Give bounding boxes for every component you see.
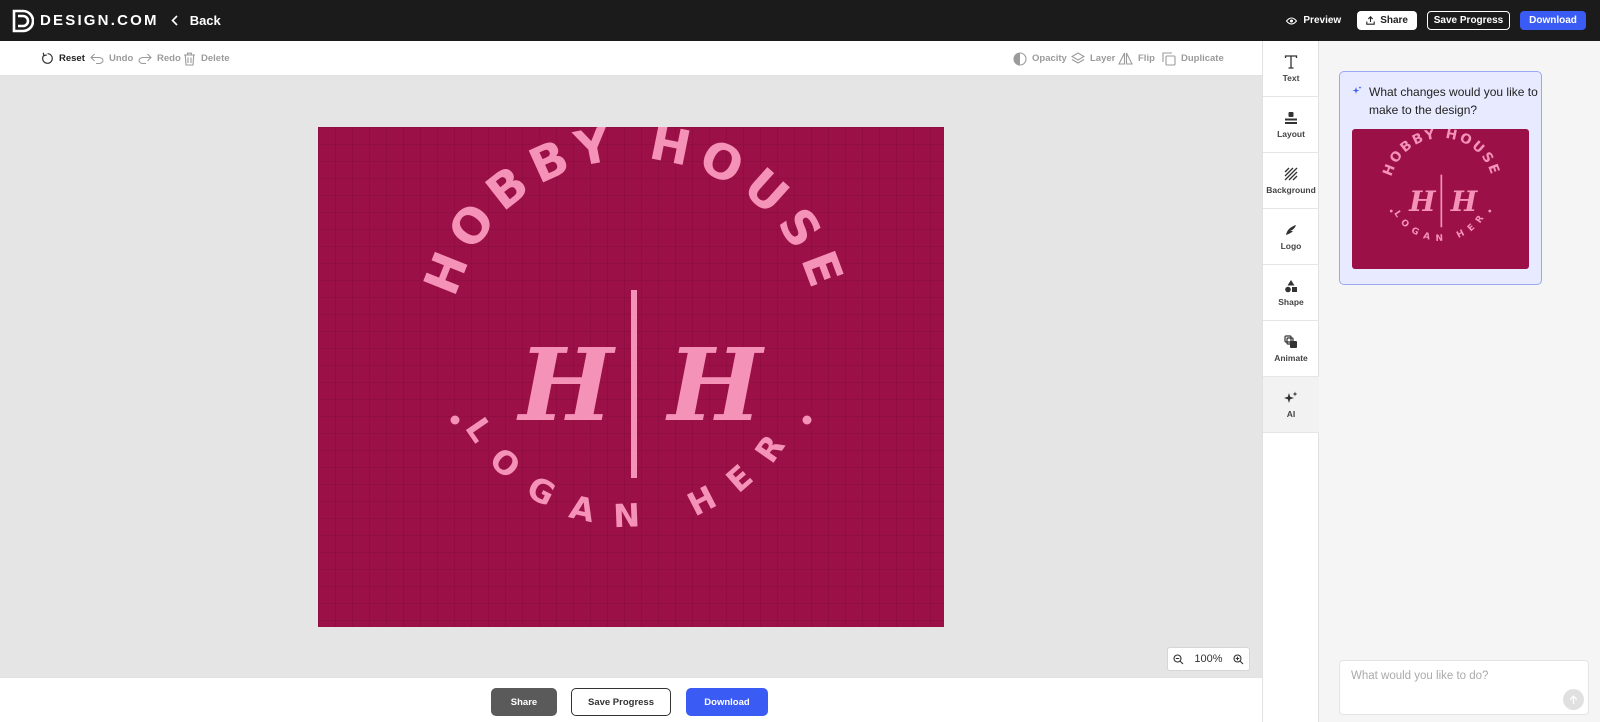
ai-sparkle-icon <box>1284 391 1298 403</box>
flip-button[interactable]: Flip <box>1118 41 1155 76</box>
editor-toolbar: Reset Undo Redo Delete Opacity Layer Fli… <box>0 41 1262 76</box>
rail-label-layout: Layout <box>1277 128 1305 139</box>
undo-label: Undo <box>109 53 134 64</box>
rail-item-background[interactable]: Background <box>1263 153 1319 209</box>
send-button[interactable] <box>1563 689 1584 710</box>
redo-label: Redo <box>157 53 181 64</box>
rail-label-text: Text <box>1282 72 1300 83</box>
undo-icon <box>90 53 104 64</box>
ai-question: What changes would you like to make to t… <box>1369 85 1538 117</box>
top-share-label: Share <box>1380 15 1408 26</box>
monogram-right[interactable]: H <box>665 326 766 444</box>
layer-button[interactable]: Layer <box>1071 41 1115 76</box>
preview-button[interactable]: Preview <box>1286 15 1341 26</box>
bottom-bar: Share Save Progress Download <box>0 677 1262 722</box>
zoom-control: 100% <box>1167 647 1250 671</box>
flip-label: Flip <box>1138 53 1155 64</box>
back-button[interactable]: Back <box>171 13 221 28</box>
rail-item-logo[interactable]: Logo <box>1263 209 1319 265</box>
opacity-button[interactable]: Opacity <box>1013 41 1067 76</box>
layer-label: Layer <box>1090 53 1116 64</box>
duplicate-label: Duplicate <box>1181 53 1224 64</box>
delete-label: Delete <box>201 53 230 64</box>
thumbnail-logo: HOBBY HOUSE SLOGAN HERE H H <box>1352 129 1503 244</box>
redo-button[interactable]: Redo <box>138 41 181 76</box>
ai-sparkle-icon <box>1352 86 1362 94</box>
animate-icon <box>1284 334 1297 348</box>
top-save-progress-button[interactable]: Save Progress <box>1427 11 1510 30</box>
text-icon <box>1284 54 1298 69</box>
rail-label-logo: Logo <box>1280 240 1302 251</box>
shape-icon <box>1285 279 1297 292</box>
download-button[interactable]: Download <box>686 688 768 716</box>
rail-label-animate: Animate <box>1274 352 1308 363</box>
opacity-icon <box>1013 51 1027 66</box>
design-canvas[interactable]: HOBBY HOUSE SLOGAN HERE H H <box>318 127 944 627</box>
ai-prompt-placeholder: What would you like to do? <box>1351 670 1489 682</box>
top-bar: DESIGN.COM Back Preview Share Save Progr… <box>0 0 1600 41</box>
delete-button[interactable]: Delete <box>183 41 230 76</box>
zoom-level: 100% <box>1194 653 1223 665</box>
preview-label: Preview <box>1303 15 1342 26</box>
left-dot[interactable] <box>450 415 460 425</box>
arrow-up-icon <box>1569 694 1578 704</box>
background-icon <box>1284 167 1298 180</box>
tool-rail: Text Layout Background Logo Shape Animat… <box>1262 41 1319 722</box>
monogram-divider[interactable] <box>631 290 637 478</box>
ai-suggestion-card: What changes would you like to make to t… <box>1339 71 1542 285</box>
zoom-in-icon[interactable] <box>1233 653 1244 665</box>
design-thumbnail[interactable]: HOBBY HOUSE SLOGAN HERE H H <box>1352 129 1529 269</box>
opacity-label: Opacity <box>1032 53 1067 64</box>
logo-design[interactable]: HOBBY HOUSE SLOGAN HERE H H <box>318 127 944 627</box>
undo-button[interactable]: Undo <box>90 41 133 76</box>
back-label: Back <box>189 13 221 28</box>
monogram-left[interactable]: H <box>516 326 617 444</box>
layers-icon <box>1071 52 1085 64</box>
zoom-out-icon[interactable] <box>1173 653 1184 665</box>
thumbnail-left-dot <box>1389 209 1393 213</box>
top-download-button[interactable]: Download <box>1520 11 1586 30</box>
canvas-area: HOBBY HOUSE SLOGAN HERE H H <box>0 76 1262 677</box>
reset-icon <box>42 52 53 64</box>
reset-button[interactable]: Reset <box>41 41 85 76</box>
rail-item-layout[interactable]: Layout <box>1263 97 1319 153</box>
rail-item-ai[interactable]: AI <box>1263 377 1319 433</box>
chevron-left-icon <box>171 15 178 26</box>
rail-label-shape: Shape <box>1278 296 1304 307</box>
eye-icon <box>1286 17 1298 24</box>
thumbnail-top-text: HOBBY HOUSE <box>1381 129 1503 178</box>
thumbnail-right-dot <box>1488 209 1492 213</box>
layout-icon <box>1285 111 1297 124</box>
rail-item-shape[interactable]: Shape <box>1263 265 1319 321</box>
rail-item-animate[interactable]: Animate <box>1263 321 1319 377</box>
duplicate-icon <box>1162 51 1176 66</box>
rail-label-background: Background <box>1266 184 1316 195</box>
rail-label-ai: AI <box>1286 408 1296 419</box>
share-upload-icon <box>1366 16 1375 25</box>
design-com-logo-icon <box>12 9 34 32</box>
save-progress-button[interactable]: Save Progress <box>571 688 671 716</box>
reset-label: Reset <box>59 53 85 64</box>
ai-prompt-input[interactable]: What would you like to do? <box>1339 660 1589 715</box>
rail-item-text[interactable]: Text <box>1263 41 1319 97</box>
top-share-button[interactable]: Share <box>1357 11 1417 30</box>
thumbnail-divider <box>1440 174 1443 228</box>
thumbnail-monogram-left: H <box>1408 185 1437 218</box>
share-button[interactable]: Share <box>491 688 557 716</box>
thumbnail-monogram-right: H <box>1450 185 1479 218</box>
redo-icon <box>138 53 152 64</box>
ai-panel: What changes would you like to make to t… <box>1319 41 1600 722</box>
flip-icon <box>1118 52 1133 65</box>
brand-logo[interactable]: DESIGN.COM <box>12 9 159 33</box>
trash-icon <box>184 52 195 66</box>
duplicate-button[interactable]: Duplicate <box>1162 41 1224 76</box>
logo-icon <box>1286 224 1296 235</box>
brand-name: DESIGN.COM <box>40 12 159 29</box>
right-dot[interactable] <box>802 415 812 425</box>
